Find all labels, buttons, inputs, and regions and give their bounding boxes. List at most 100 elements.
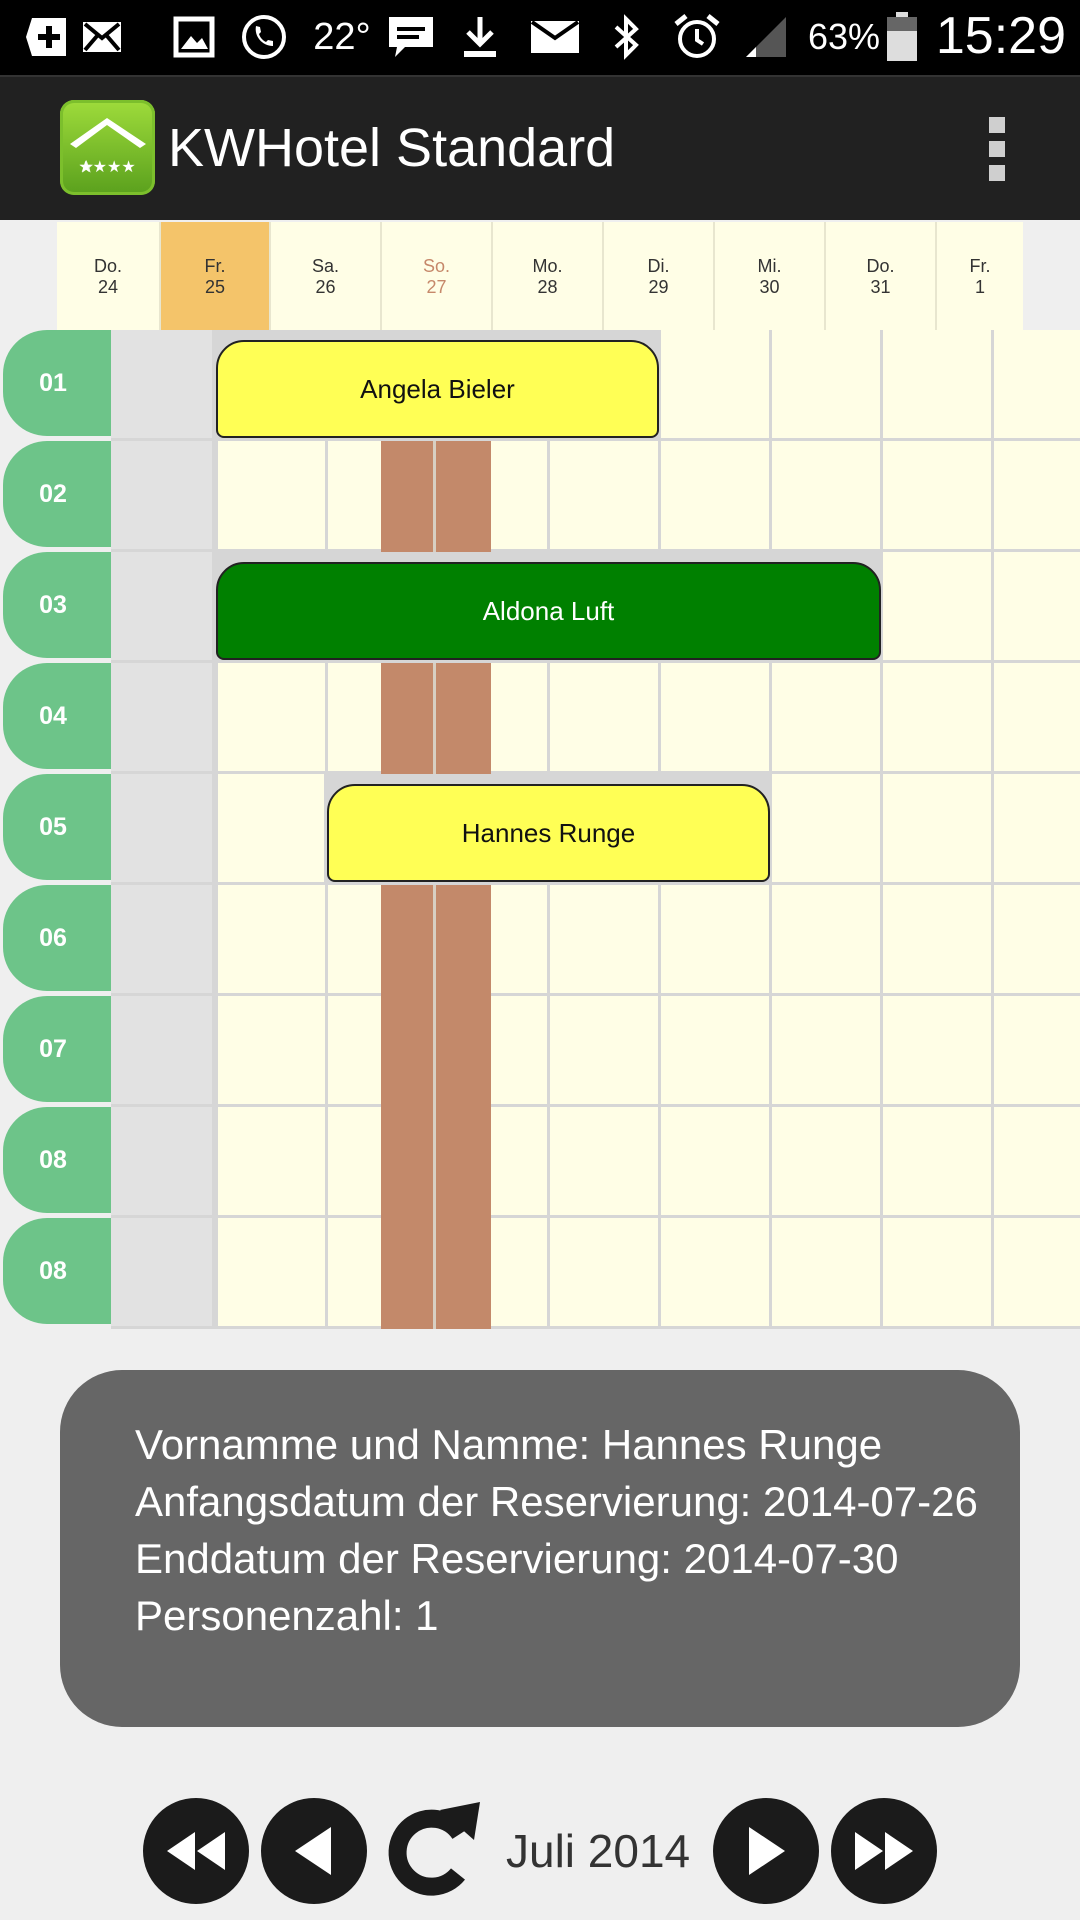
date-day: Di. [647,256,670,276]
date-cell[interactable]: Do. 24 [57,222,161,330]
grid-line [325,663,328,771]
chat-icon [384,12,438,62]
grid-line [880,885,883,993]
room-label[interactable]: 05 [3,774,111,880]
room-label[interactable]: 04 [3,663,111,769]
room-row[interactable] [111,996,1080,1107]
mail-icon [528,12,582,62]
sunday-cell[interactable] [381,441,491,552]
grid-line [769,441,772,549]
room-row[interactable]: Hannes Runge [111,774,1080,885]
date-day: Mi. [757,256,782,276]
sunday-cell[interactable] [381,1218,491,1329]
grid-line [880,1107,883,1215]
grid-line [769,996,772,1104]
grid-line [547,1218,550,1326]
fast-forward-icon [855,1832,913,1870]
grid-line [880,330,883,438]
date-cell[interactable]: Mi. 30 [715,222,826,330]
next-icon [749,1827,785,1875]
sunday-cell[interactable] [381,996,491,1107]
date-cell[interactable]: Fr. 1 [937,222,1023,330]
grid-line [769,1107,772,1215]
grid-line [433,663,436,774]
sunday-cell[interactable] [381,885,491,996]
info-start-date: Anfangsdatum der Reservierung: 2014-07-2… [135,1478,978,1525]
app-bar: ★★★★ KWHotel Standard [0,75,1080,220]
room-row[interactable]: Aldona Luft [111,552,1080,663]
reservation-block[interactable]: Hannes Runge [327,784,770,882]
room-row[interactable] [111,1218,1080,1329]
fast-rewind-button[interactable] [143,1798,249,1904]
battery-percent: 63% [808,16,881,57]
date-cell-today[interactable]: Fr. 25 [161,222,271,330]
previous-button[interactable] [261,1798,367,1904]
room-label[interactable]: 07 [3,996,111,1102]
room-row[interactable]: Angela Bieler [111,330,1080,441]
room-label[interactable]: 08 [3,1107,111,1213]
grid-line [991,996,994,1104]
grid-line [880,996,883,1104]
fast-forward-button[interactable] [831,1798,937,1904]
grid-line [325,1107,328,1215]
past-day-cell [111,1218,215,1326]
room-row[interactable] [111,885,1080,996]
date-num: 30 [759,277,780,297]
grid-line [547,441,550,549]
room-row[interactable] [111,1107,1080,1218]
past-day-cell [111,1107,215,1215]
date-cell-sunday[interactable]: So. 27 [382,222,493,330]
past-day-cell [111,996,215,1104]
date-cell[interactable]: Di. 29 [604,222,715,330]
date-cell[interactable]: Sa. 26 [271,222,382,330]
current-month-label: Juli 2014 [506,1825,691,1877]
grid-line [658,1218,661,1326]
phone-icon [240,12,288,62]
grid-line [433,1107,436,1218]
grid-line [991,1107,994,1215]
room-label[interactable]: 01 [3,330,111,436]
grid-line [991,330,994,438]
grid-line [880,774,883,882]
refresh-button[interactable] [380,1798,486,1904]
past-day-cell [111,663,215,771]
temperature-text: 22° [313,15,371,58]
date-num: 26 [315,277,336,297]
room-label[interactable]: 02 [3,441,111,547]
info-guest-name: Vornamme und Namme: Hannes Runge [135,1421,883,1468]
date-day: Fr. [969,256,991,276]
svg-text:★★★★: ★★★★ [78,157,135,176]
date-header: Do. 24 Fr. 25 Sa. 26 So. 27 Mo. 28 Di. 29 Mi. 3… [0,222,1080,330]
grid-line [991,441,994,549]
past-day-cell [111,441,215,549]
sunday-cell[interactable] [381,663,491,774]
grid-line [325,996,328,1104]
reservation-block[interactable]: Aldona Luft [216,562,881,660]
next-button[interactable] [713,1798,819,1904]
grid-line [658,1107,661,1215]
room-label[interactable]: 06 [3,885,111,991]
room-row[interactable] [111,441,1080,552]
grid-line [658,885,661,993]
overflow-menu-button[interactable] [985,117,1009,183]
grid-line [991,774,994,882]
room-row[interactable] [111,663,1080,774]
sms-icon [80,12,124,62]
grid-line [547,663,550,771]
grid-line [215,1107,218,1215]
room-label[interactable]: 08 [3,1218,111,1324]
date-day: Fr. [204,256,226,276]
grid-line [215,1218,218,1326]
date-num: 27 [426,277,447,297]
clock: 15:29 [935,7,1066,65]
app-title: KWHotel Standard [168,118,616,178]
date-cell[interactable]: Mo. 28 [493,222,604,330]
grid-line [325,885,328,993]
grid-line [991,885,994,993]
reservation-block[interactable]: Angela Bieler [216,340,659,438]
grid-line [547,885,550,993]
room-label[interactable]: 03 [3,552,111,658]
date-cell[interactable]: Do. 31 [826,222,937,330]
date-num: 28 [537,277,558,297]
sunday-cell[interactable] [381,1107,491,1218]
